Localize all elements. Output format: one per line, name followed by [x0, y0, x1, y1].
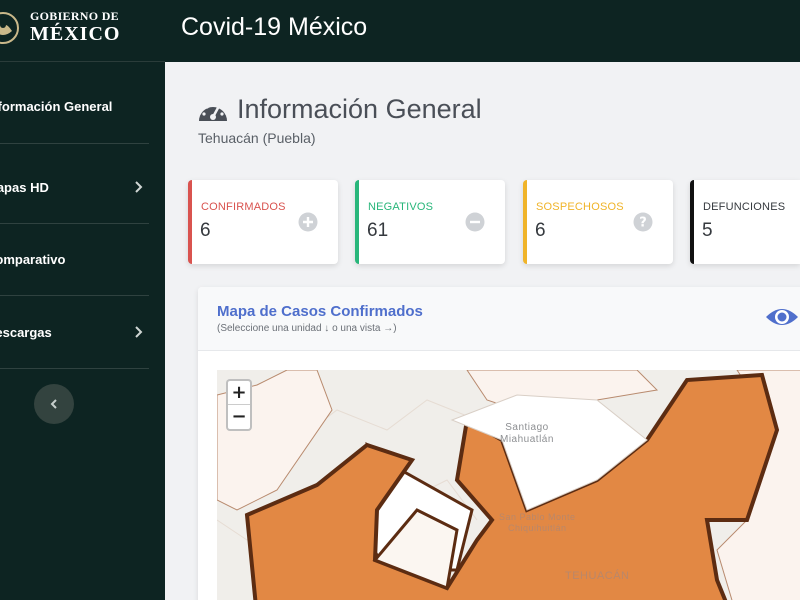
- zoom-in-button[interactable]: +: [228, 381, 250, 405]
- page-title: Información General: [237, 94, 482, 124]
- plus-circle-icon: [298, 212, 318, 232]
- sidebar-item-label: Comparativo: [0, 252, 66, 267]
- chevron-right-icon: [135, 181, 143, 193]
- brand-top-text: GOBIERNO DE: [30, 9, 119, 23]
- brand-bottom-text: MÉXICO: [30, 23, 121, 45]
- card-label: NEGATIVOS: [368, 201, 434, 213]
- sidebar-item-label: Mapas HD: [0, 179, 49, 195]
- dashboard-gauge-icon: [199, 101, 227, 121]
- sidebar-item-label: Descargas: [0, 324, 52, 340]
- card-value: 6: [200, 220, 211, 241]
- map-header: Mapa de Casos Confirmados (Seleccione un…: [198, 287, 800, 351]
- sidebar-item-comparativo[interactable]: Comparativo: [0, 224, 149, 296]
- card-defunciones: DEFUNCIONES 5: [690, 180, 800, 264]
- card-negativos: NEGATIVOS 61: [355, 180, 505, 264]
- sidebar-item-label: Información General: [0, 99, 113, 114]
- map-regions: [217, 370, 800, 600]
- map-panel: Mapa de Casos Confirmados (Seleccione un…: [198, 287, 800, 600]
- choropleth-map[interactable]: Santiago Miahuatlán San Pablo Monte Chiq…: [217, 370, 800, 600]
- brand-text: GOBIERNO DE MÉXICO: [30, 10, 120, 44]
- main-content: Información General Tehuacán (Puebla) CO…: [165, 62, 800, 600]
- zoom-out-button[interactable]: −: [228, 405, 250, 429]
- chevron-left-icon: [50, 399, 57, 409]
- map-label-chiquihuitlan: San Pablo Monte Chiquihuitlán: [499, 512, 576, 533]
- chevron-right-icon: [135, 326, 143, 338]
- card-value: 6: [535, 220, 546, 241]
- card-sospechosos: SOSPECHOSOS 6 ?: [523, 180, 673, 264]
- sidebar-item-mapas-hd[interactable]: Mapas HD: [0, 151, 149, 224]
- map-subtitle: (Seleccione una unidad ↓ o una vista →): [217, 323, 397, 334]
- eye-icon[interactable]: [764, 304, 800, 330]
- app-title: Covid-19 México: [181, 13, 368, 41]
- sidebar: GOBIERNO DE MÉXICO Información General M…: [0, 0, 165, 600]
- svg-text:?: ?: [639, 216, 647, 231]
- top-bar: Covid-19 México: [165, 0, 800, 62]
- minus-circle-icon: [465, 212, 485, 232]
- card-label: SOSPECHOSOS: [536, 201, 624, 213]
- card-value: 61: [367, 220, 389, 241]
- zoom-control: + −: [226, 379, 252, 431]
- national-emblem-icon: [0, 12, 19, 44]
- sidebar-item-descargas[interactable]: Descargas: [0, 296, 149, 369]
- sidebar-item-informacion-general[interactable]: Información General: [0, 70, 149, 144]
- brand-logo[interactable]: GOBIERNO DE MÉXICO: [0, 0, 165, 62]
- map-title: Mapa de Casos Confirmados: [217, 303, 423, 320]
- question-circle-icon: ?: [633, 212, 653, 232]
- card-label: CONFIRMADOS: [201, 201, 286, 213]
- card-value: 5: [702, 220, 713, 241]
- page-header: Información General: [197, 94, 482, 125]
- sidebar-collapse-button[interactable]: [34, 384, 74, 424]
- card-confirmados: CONFIRMADOS 6: [188, 180, 338, 264]
- card-label: DEFUNCIONES: [703, 201, 786, 213]
- map-label-tehuacan: TEHUACÁN: [565, 570, 630, 582]
- page-subtitle: Tehuacán (Puebla): [198, 130, 316, 146]
- map-label-santiago: Santiago Miahuatlán: [500, 422, 554, 445]
